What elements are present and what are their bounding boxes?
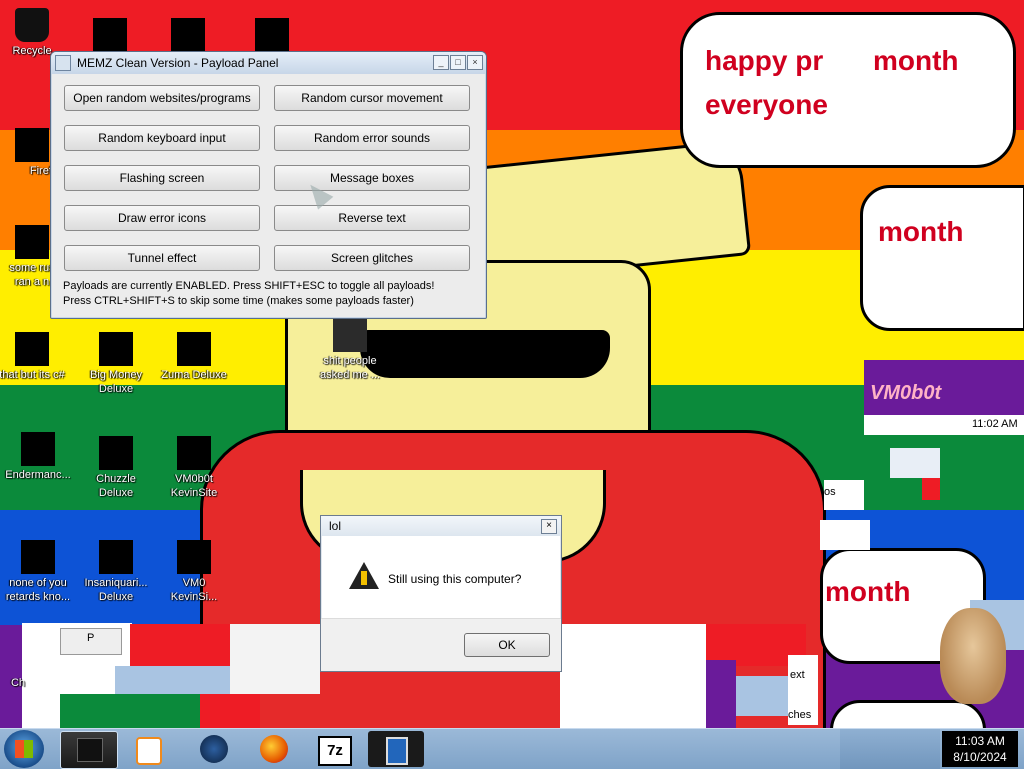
- window-icon: [21, 432, 55, 466]
- desktop-icon-insaniquarium[interactable]: Insaniquari... Deluxe: [76, 540, 156, 604]
- warning-icon: [349, 562, 379, 589]
- clock-time: 11:03 AM: [955, 734, 1005, 748]
- speech-bubble-2: month: [860, 185, 1024, 331]
- payload-tunnel-effect-button[interactable]: Tunnel effect: [64, 245, 260, 271]
- glitch-block: os: [824, 480, 864, 510]
- money-bag-icon: [99, 332, 133, 366]
- speech-bubble-1: happy pr month everyone: [680, 12, 1016, 168]
- payload-open-random-websites-button[interactable]: Open random websites/programs: [64, 85, 260, 111]
- payload-random-cursor-button[interactable]: Random cursor movement: [274, 85, 470, 111]
- glitch-block: [864, 445, 1024, 500]
- desktop-icon-zuma-deluxe[interactable]: Zuma Deluxe: [154, 332, 234, 382]
- desktop-icon-shit-people[interactable]: shit people asked me ...: [310, 318, 390, 382]
- payload-screen-glitches-button[interactable]: Screen glitches: [274, 245, 470, 271]
- desktop-icon-none-of-you[interactable]: none of you retards kno...: [0, 540, 78, 604]
- message-box-close-button[interactable]: ×: [541, 519, 557, 534]
- status-line-2: Press CTRL+SHIFT+S to skip some time (ma…: [63, 295, 414, 307]
- taskbar-network-app[interactable]: [186, 731, 242, 767]
- hamster-image: [940, 608, 1006, 704]
- desktop-icon-endermanch[interactable]: Endermanc...: [0, 432, 78, 482]
- payload-panel-title: MEMZ Clean Version - Payload Panel: [77, 56, 279, 70]
- 7zip-icon: 7z: [318, 736, 352, 766]
- file-icon: [1, 640, 35, 674]
- black-window-icon: [77, 738, 103, 762]
- start-button[interactable]: [4, 730, 44, 768]
- glitch-block: [890, 448, 940, 478]
- glitch-block: [820, 520, 870, 550]
- shortcut-icon: [177, 540, 211, 574]
- desktop-icon-that-but-its-cs[interactable]: that but its c#: [0, 332, 72, 382]
- glitch-block: [115, 666, 230, 694]
- redacted-icon: [255, 18, 289, 52]
- glitch-block: P: [60, 628, 122, 655]
- glitch-block: [706, 660, 736, 728]
- glitch-block: [130, 624, 230, 666]
- taskbar-clock[interactable]: 11:03 AM 8/10/2024: [942, 731, 1018, 767]
- desktop-icon-black-1[interactable]: [70, 18, 150, 54]
- file-icon: [21, 540, 55, 574]
- media-player-icon: [136, 737, 162, 765]
- payload-panel-titlebar[interactable]: MEMZ Clean Version - Payload Panel: [51, 52, 486, 74]
- taskbar-tray-area: [840, 729, 940, 769]
- close-button[interactable]: ×: [467, 55, 483, 70]
- message-box-text: Still using this computer?: [388, 572, 522, 586]
- message-box-title: lol: [329, 519, 342, 533]
- redacted-icon: [93, 18, 127, 52]
- desktop-icon-ch[interactable]: Ch: [0, 640, 58, 690]
- folder-icon: [333, 318, 367, 352]
- shortcut-icon: [177, 436, 211, 470]
- status-line-1: Payloads are currently ENABLED. Press SH…: [63, 280, 435, 292]
- payload-random-error-sounds-button[interactable]: Random error sounds: [274, 125, 470, 151]
- taskbar-app-active[interactable]: [60, 731, 118, 769]
- payload-status-text: Payloads are currently ENABLED. Press SH…: [63, 279, 434, 309]
- taskbar: 7z: [0, 728, 1024, 769]
- globe-icon: [200, 735, 228, 763]
- cartoon-sunglasses: [360, 330, 610, 378]
- maximize-button[interactable]: □: [450, 55, 466, 70]
- message-box-dialog: lol × Still using this computer? OK: [320, 515, 562, 672]
- glitch-block: 11:02 AM: [864, 415, 1024, 435]
- app-window-icon: [386, 737, 408, 765]
- payload-flashing-screen-button[interactable]: Flashing screen: [64, 165, 260, 191]
- redacted-icon: [171, 18, 205, 52]
- payload-panel-window: MEMZ Clean Version - Payload Panel _ □ ×…: [50, 51, 487, 319]
- firefox-icon: [260, 735, 288, 763]
- desktop-icon-chuzzle[interactable]: Chuzzle Deluxe: [76, 436, 156, 500]
- payload-draw-error-icons-button[interactable]: Draw error icons: [64, 205, 260, 231]
- recycle-bin-icon: [15, 8, 49, 42]
- 7zip-label: 7z: [327, 742, 343, 759]
- firefox-icon: [15, 128, 49, 162]
- taskbar-7zip[interactable]: 7z: [306, 731, 362, 767]
- desktop-icon-black-2[interactable]: [148, 18, 228, 54]
- desktop-icon-vm0-kevinsite[interactable]: VM0 KevinSi...: [154, 540, 234, 604]
- glitch-block: [560, 624, 706, 728]
- glitch-block: ext ches: [788, 655, 818, 725]
- clock-date: 8/10/2024: [953, 750, 1007, 764]
- taskbar-media-player[interactable]: [120, 731, 176, 767]
- glitch-block: [230, 624, 320, 694]
- payload-random-keyboard-button[interactable]: Random keyboard input: [64, 125, 260, 151]
- glitch-block: [922, 478, 940, 500]
- window-app-icon: [55, 55, 71, 71]
- desktop-icon-vm0b0t-kevinsite[interactable]: VM0b0t KevinSite: [154, 436, 234, 500]
- minimize-button[interactable]: _: [433, 55, 449, 70]
- file-icon: [15, 332, 49, 366]
- message-box-titlebar[interactable]: lol: [321, 516, 561, 536]
- ok-button[interactable]: OK: [464, 633, 550, 657]
- payload-message-boxes-button[interactable]: Message boxes: [274, 165, 470, 191]
- glitch-block: VM0b0t: [864, 360, 1024, 415]
- fish-icon: [99, 540, 133, 574]
- taskbar-app-window[interactable]: [368, 731, 424, 767]
- zuma-icon: [177, 332, 211, 366]
- taskbar-firefox[interactable]: [246, 731, 302, 767]
- payload-reverse-text-button[interactable]: Reverse text: [274, 205, 470, 231]
- windows-logo-icon: [15, 740, 33, 758]
- glitch-block: [200, 694, 260, 728]
- folder-icon: [15, 225, 49, 259]
- chuzzle-icon: [99, 436, 133, 470]
- desktop-icon-black-3[interactable]: [232, 18, 312, 54]
- desktop-icon-big-money[interactable]: Big Money Deluxe: [76, 332, 156, 396]
